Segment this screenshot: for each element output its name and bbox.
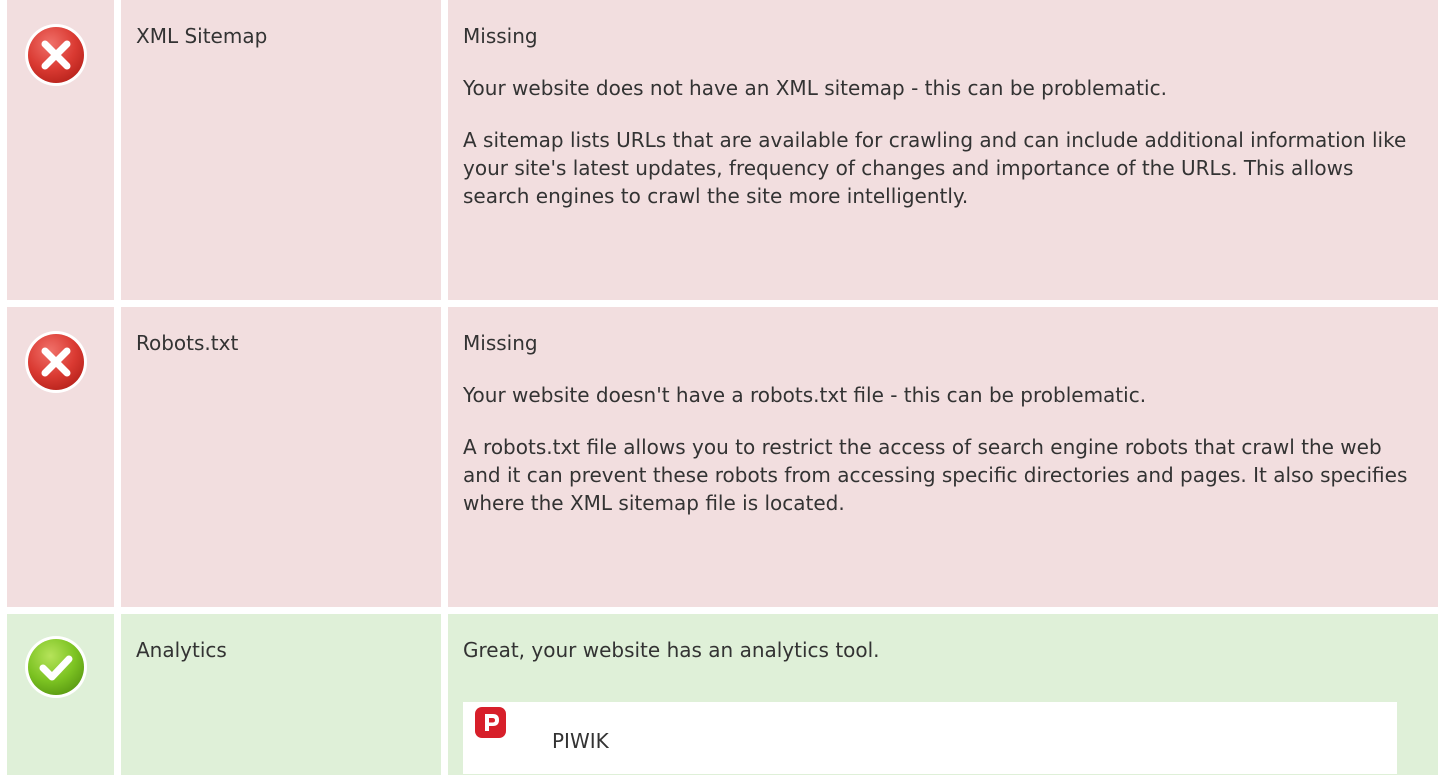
check-summary: Your website does not have an XML sitema…: [463, 76, 1167, 100]
check-row-analytics: Analytics Great, your website has an ana…: [0, 614, 1446, 775]
error-circle-icon: [25, 331, 87, 393]
check-result: Missing: [463, 24, 538, 48]
check-detail: A robots.txt file allows you to restrict…: [463, 435, 1408, 515]
check-name: XML Sitemap: [136, 24, 268, 48]
status-cell: [7, 614, 114, 775]
check-detail: A sitemap lists URLs that are available …: [463, 128, 1407, 208]
check-result: Great, your website has an analytics too…: [463, 638, 880, 662]
check-name-cell: Analytics: [121, 614, 441, 775]
piwik-logo-icon: [475, 707, 506, 738]
seo-report-table: XML Sitemap Missing Your website does no…: [0, 0, 1446, 775]
check-row-xml-sitemap: XML Sitemap Missing Your website does no…: [0, 0, 1446, 300]
check-name-cell: XML Sitemap: [121, 0, 441, 300]
analytics-tool-item: PIWIK: [463, 702, 1397, 774]
check-row-robots-txt: Robots.txt Missing Your website doesn't …: [0, 307, 1446, 607]
check-result-cell: Great, your website has an analytics too…: [448, 614, 1438, 775]
error-circle-icon: [25, 24, 87, 86]
status-cell: [7, 0, 114, 300]
check-name-cell: Robots.txt: [121, 307, 441, 607]
check-circle-icon: [25, 636, 87, 698]
check-name: Robots.txt: [136, 331, 239, 355]
check-name: Analytics: [136, 638, 227, 662]
check-result: Missing: [463, 331, 538, 355]
check-summary: Your website doesn't have a robots.txt f…: [463, 383, 1147, 407]
status-cell: [7, 307, 114, 607]
check-result-cell: Missing Your website does not have an XM…: [448, 0, 1438, 300]
check-result-cell: Missing Your website doesn't have a robo…: [448, 307, 1438, 607]
analytics-tool-name: PIWIK: [552, 729, 609, 753]
